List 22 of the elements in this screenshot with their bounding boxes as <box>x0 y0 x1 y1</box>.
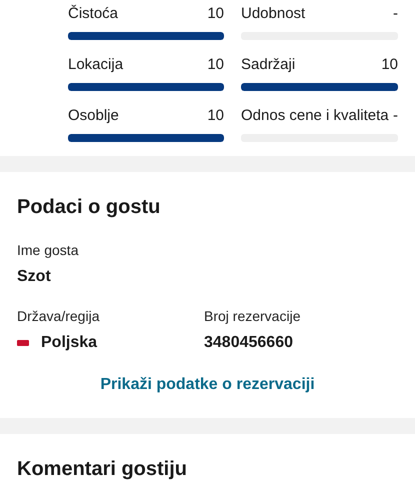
field-label: Ime gosta <box>17 241 80 260</box>
section-title: Komentari gostiju <box>17 457 188 482</box>
rating-score: - <box>393 4 398 24</box>
field-label: Broj rezervacije <box>204 307 302 326</box>
guest-name: Szot <box>17 267 52 287</box>
rating-label: Čistoća <box>68 4 118 24</box>
rating-score: 10 <box>207 106 224 126</box>
section-title: Podaci o gostu <box>17 195 162 220</box>
rating-score: - <box>393 106 398 126</box>
rating-label: Osoblje <box>68 106 119 126</box>
country-name: Poljska <box>41 333 98 353</box>
booking-details-link[interactable]: Prikaži podatke o rezervaciji <box>100 376 315 393</box>
rating-score: 10 <box>207 4 224 24</box>
booking-number: 3480456660 <box>204 333 294 353</box>
rating-score: 10 <box>207 55 224 75</box>
rating-score: 10 <box>381 55 398 75</box>
rating-label: Odnos cene i kvaliteta <box>241 106 389 126</box>
rating-label: Lokacija <box>68 55 124 75</box>
field-label: Država/regija <box>17 307 100 326</box>
rating-label: Udobnost <box>241 4 306 24</box>
flag-icon <box>17 340 29 346</box>
rating-label: Sadržaji <box>241 55 296 75</box>
